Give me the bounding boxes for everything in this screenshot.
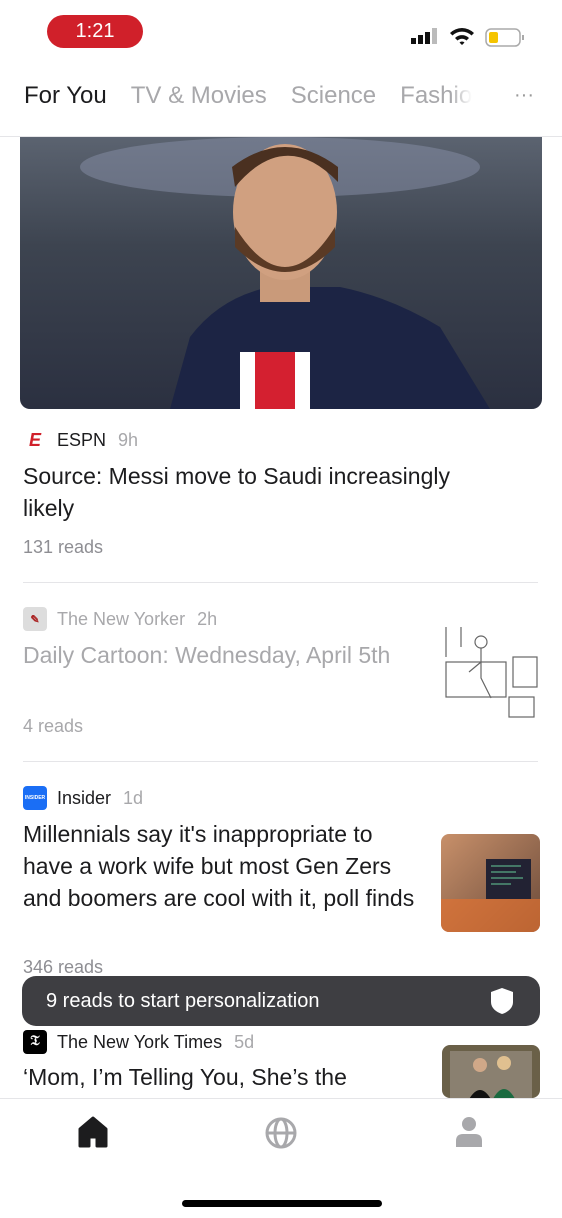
home-indicator (182, 1200, 382, 1207)
article-age: 1d (123, 787, 144, 808)
source-name: The New Yorker (57, 608, 186, 629)
source-name: The New York Times (57, 1031, 223, 1052)
article-age: 2h (197, 608, 218, 629)
espn-logo-icon: E (28, 429, 41, 450)
status-time: 1:21 (47, 15, 143, 48)
personalization-toast[interactable]: 9 reads to start personalization (22, 976, 540, 1026)
wifi-icon (449, 26, 475, 51)
more-tabs-button[interactable]: ··· (514, 84, 534, 107)
article-thumbnail[interactable] (441, 834, 540, 932)
article-thumbnail[interactable] (442, 1045, 540, 1098)
article-headline[interactable]: ‘Mom, I’m Telling You, She’s the (23, 1061, 428, 1093)
article-headline[interactable]: Daily Cartoon: Wednesday, April 5th (23, 639, 413, 671)
read-count: 4 reads (23, 716, 84, 736)
read-count: 131 reads (23, 537, 104, 557)
insider-logo-icon: INSIDER (23, 786, 47, 810)
toast-text: 9 reads to start personalization (46, 990, 320, 1012)
tab-science[interactable]: Science (291, 82, 376, 110)
article-headline[interactable]: Source: Messi move to Saudi increasingly… (23, 460, 503, 524)
tab-fashion[interactable]: Fashio (400, 82, 472, 110)
globe-icon[interactable] (264, 1116, 298, 1150)
source-name: Insider (57, 787, 112, 808)
shield-icon[interactable] (490, 987, 514, 1015)
tab-for-you[interactable]: For You (24, 82, 107, 110)
profile-icon[interactable] (455, 1116, 483, 1148)
category-tabs: For You TV & Movies Science Fashio (24, 82, 472, 110)
new-yorker-logo-icon: ✎ (23, 607, 47, 631)
hero-image[interactable] (20, 137, 542, 409)
nyt-logo-icon: 𝔗 (23, 1030, 47, 1054)
article-age: 5d (234, 1031, 255, 1052)
read-count: 346 reads (23, 957, 104, 977)
tab-tv-movies[interactable]: TV & Movies (131, 82, 267, 110)
home-icon[interactable] (78, 1116, 108, 1148)
cartoon-thumbnail[interactable] (441, 622, 540, 722)
source-name: ESPN (57, 429, 107, 450)
article-age: 9h (118, 429, 139, 450)
bottom-nav (0, 1098, 562, 1218)
battery-icon (485, 28, 525, 53)
signal-icon (411, 28, 441, 51)
article-headline[interactable]: Millennials say it's inappropriate to ha… (23, 818, 428, 914)
